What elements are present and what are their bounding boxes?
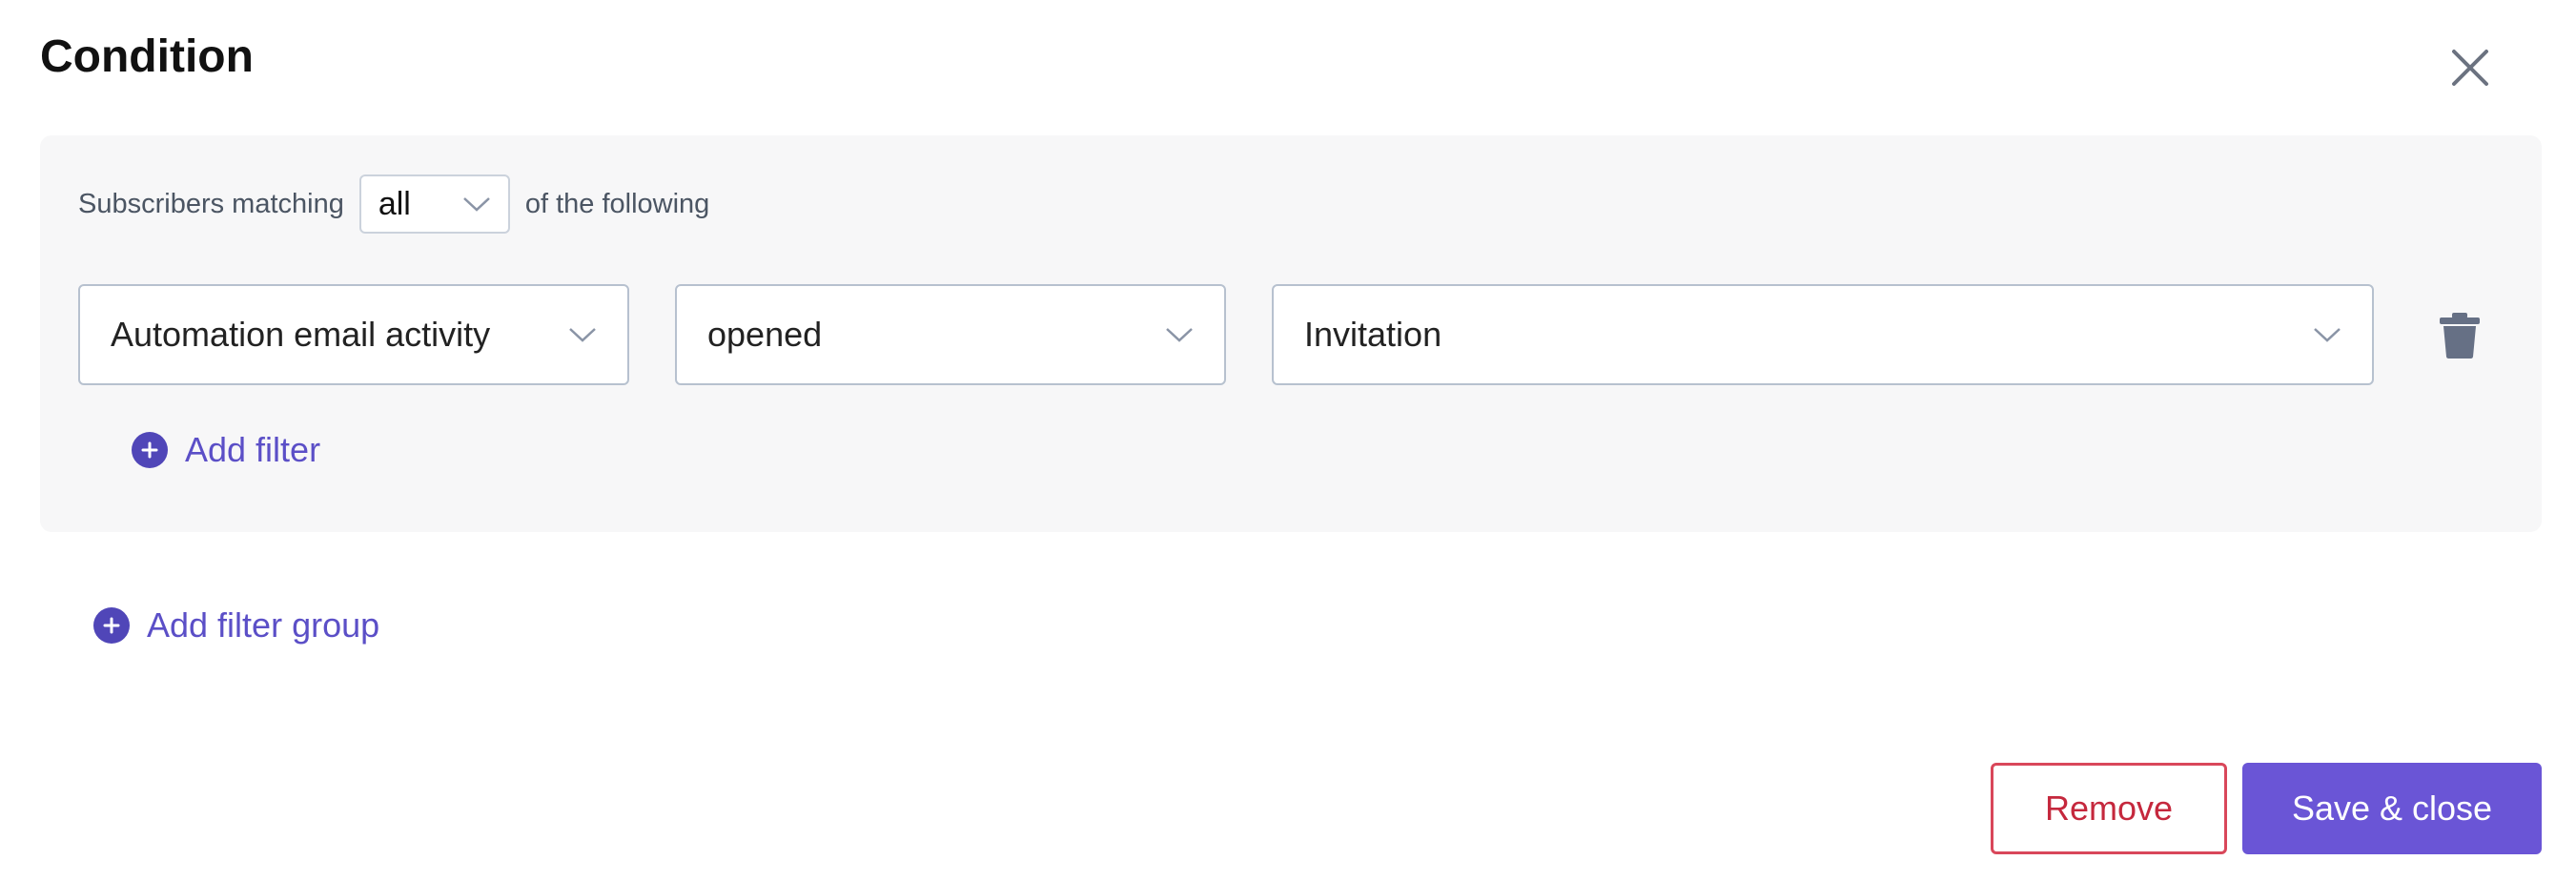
add-filter-group-label: Add filter group xyxy=(147,605,380,645)
dialog-title: Condition xyxy=(40,31,254,82)
remove-button[interactable]: Remove xyxy=(1991,763,2227,854)
close-button[interactable] xyxy=(2448,46,2492,90)
match-mode-value: all xyxy=(378,185,411,222)
save-close-button[interactable]: Save & close xyxy=(2242,763,2542,854)
match-prefix-label: Subscribers matching xyxy=(78,188,344,219)
add-filter-group-link[interactable]: Add filter group xyxy=(93,605,379,645)
close-icon xyxy=(2452,50,2488,86)
add-filter-link[interactable]: Add filter xyxy=(132,430,320,470)
filter-operator-value: opened xyxy=(707,315,823,354)
trash-icon xyxy=(2440,313,2480,359)
chevron-down-icon xyxy=(569,328,596,342)
filter-field-select[interactable]: Automation email activity xyxy=(78,284,629,385)
filter-value-select[interactable]: Invitation xyxy=(1272,284,2374,385)
plus-circle-icon xyxy=(132,432,168,468)
filter-field-value: Automation email activity xyxy=(111,315,491,354)
chevron-down-icon xyxy=(462,197,490,212)
filter-operator-select[interactable]: opened xyxy=(675,284,1226,385)
chevron-down-icon xyxy=(2314,328,2341,342)
plus-circle-icon xyxy=(93,607,130,644)
add-filter-label: Add filter xyxy=(185,430,321,469)
delete-filter-button[interactable] xyxy=(2437,310,2483,361)
chevron-down-icon xyxy=(1166,328,1193,342)
match-row: Subscribers matching all of the followin… xyxy=(78,174,709,234)
filter-value-value: Invitation xyxy=(1304,315,1442,354)
match-suffix-label: of the following xyxy=(524,188,710,219)
match-mode-select[interactable]: all xyxy=(358,174,510,234)
